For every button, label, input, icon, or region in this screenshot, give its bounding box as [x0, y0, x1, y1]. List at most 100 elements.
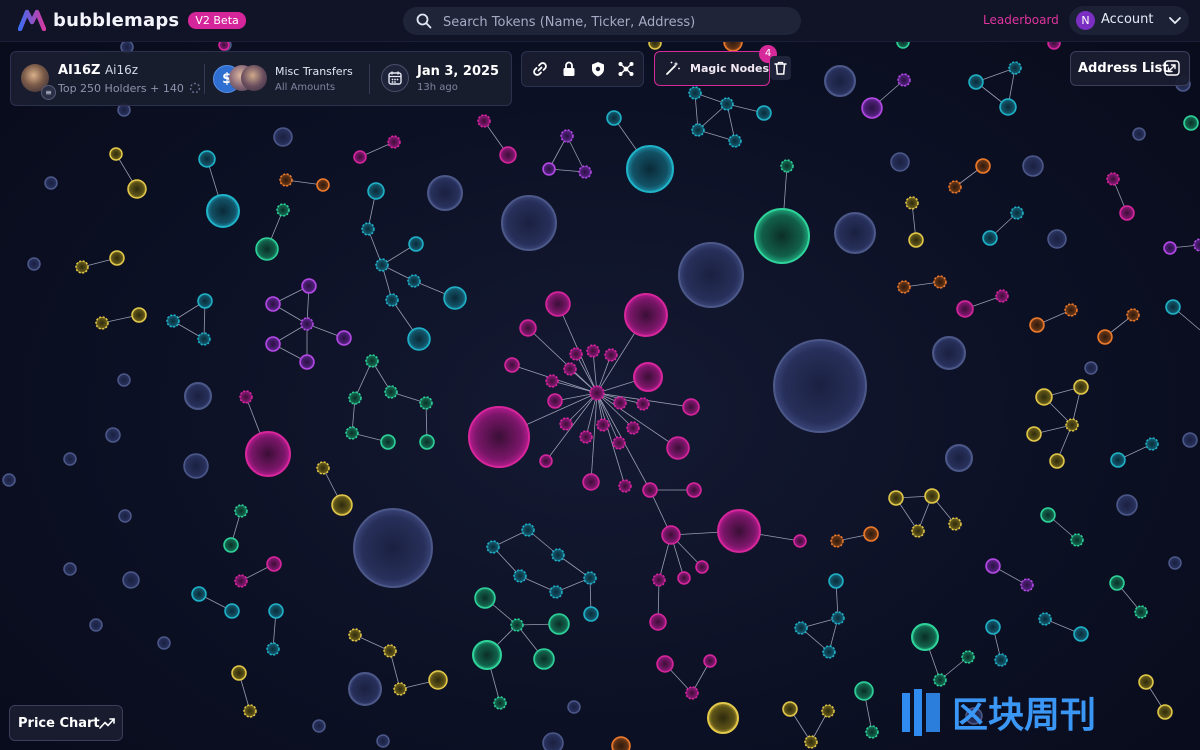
holder-bubble[interactable] [198, 150, 216, 168]
holder-bubble[interactable] [642, 482, 658, 498]
holder-bubble[interactable] [234, 504, 248, 518]
holder-bubble[interactable] [678, 242, 744, 308]
holder-bubble[interactable] [924, 488, 940, 504]
holder-bubble[interactable] [1038, 612, 1052, 626]
holder-bubble[interactable] [109, 147, 123, 161]
holder-bubble[interactable] [861, 97, 883, 119]
holder-bubble[interactable] [539, 454, 553, 468]
holder-bubble[interactable] [428, 670, 448, 690]
holder-bubble[interactable] [1065, 418, 1079, 432]
holder-bubble[interactable] [559, 417, 573, 431]
holder-bubble[interactable] [717, 509, 761, 553]
shield-icon[interactable] [589, 60, 607, 78]
holder-bubble[interactable] [677, 571, 691, 585]
holder-bubble[interactable] [589, 385, 605, 401]
holder-bubble[interactable] [968, 74, 984, 90]
holder-bubble[interactable] [618, 479, 632, 493]
holder-bubble[interactable] [166, 314, 180, 328]
account-button[interactable]: N Account [1069, 6, 1189, 35]
holder-bubble[interactable] [336, 330, 352, 346]
holder-bubble[interactable] [666, 436, 690, 460]
address-list-button[interactable]: Address List [1070, 51, 1190, 86]
holder-bubble[interactable] [407, 274, 421, 288]
holder-bubble[interactable] [1193, 238, 1200, 252]
holder-bubble[interactable] [945, 444, 973, 472]
holder-bubble[interactable] [613, 396, 627, 410]
holder-bubble[interactable] [1106, 172, 1120, 186]
holder-bubble[interactable] [301, 278, 317, 294]
holder-bubble[interactable] [578, 165, 592, 179]
holder-bubble[interactable] [316, 178, 330, 192]
holder-bubble[interactable] [407, 327, 431, 351]
holder-bubble[interactable] [427, 175, 463, 211]
holder-bubble[interactable] [533, 648, 555, 670]
holder-bubble[interactable] [1163, 241, 1177, 255]
holder-bubble[interactable] [255, 237, 279, 261]
holder-bubble[interactable] [365, 354, 379, 368]
holder-bubble[interactable] [1097, 329, 1113, 345]
holder-bubble[interactable] [1132, 127, 1146, 141]
holder-bubble[interactable] [948, 180, 962, 194]
holder-bubble[interactable] [63, 562, 77, 576]
holder-bubble[interactable] [513, 569, 527, 583]
holder-bubble[interactable] [245, 431, 291, 477]
holder-bubble[interactable] [754, 208, 810, 264]
holder-bubble[interactable] [239, 390, 253, 404]
holder-bubble[interactable] [1126, 308, 1140, 322]
holder-bubble[interactable] [1073, 626, 1089, 642]
holder-bubble[interactable] [265, 336, 281, 352]
holder-bubble[interactable] [549, 585, 563, 599]
holder-bubble[interactable] [95, 316, 109, 330]
holder-bubble[interactable] [353, 508, 433, 588]
holder-bubble[interactable] [1008, 61, 1022, 75]
holder-bubble[interactable] [626, 145, 674, 193]
holder-bubble[interactable] [545, 291, 571, 317]
holder-bubble[interactable] [105, 427, 121, 443]
holder-bubble[interactable] [542, 732, 564, 750]
cluster-icon[interactable] [617, 60, 635, 78]
holder-bubble[interactable] [649, 613, 667, 631]
holder-bubble[interactable] [486, 540, 500, 554]
lock-icon[interactable] [560, 60, 578, 78]
calendar-icon[interactable] [381, 64, 409, 92]
holder-bubble[interactable] [569, 347, 583, 361]
holder-bubble[interactable] [551, 548, 565, 562]
holder-bubble[interactable] [443, 286, 467, 310]
holder-bubble[interactable] [1064, 303, 1078, 317]
holder-bubble[interactable] [782, 701, 798, 717]
holder-bubble[interactable] [563, 362, 577, 376]
holder-bubble[interactable] [1109, 575, 1125, 591]
holder-bubble[interactable] [345, 426, 359, 440]
holder-bubble[interactable] [1119, 205, 1135, 221]
holder-bubble[interactable] [636, 397, 650, 411]
holder-bubble[interactable] [686, 482, 702, 498]
holder-bubble[interactable] [131, 307, 147, 323]
holder-bubble[interactable] [63, 452, 77, 466]
holder-bubble[interactable] [519, 319, 537, 337]
transfers-title[interactable]: Misc Transfers [275, 65, 353, 78]
holder-bubble[interactable] [312, 719, 326, 733]
holder-bubble[interactable] [567, 700, 581, 714]
holder-bubble[interactable] [956, 300, 974, 318]
holder-bubble[interactable] [821, 704, 835, 718]
holder-bubble[interactable] [652, 573, 666, 587]
holder-bubble[interactable] [197, 293, 213, 309]
holder-bubble[interactable] [493, 696, 507, 710]
holder-bubble[interactable] [384, 385, 398, 399]
holder-bubble[interactable] [197, 332, 211, 346]
holder-bubble[interactable] [932, 336, 966, 370]
holder-bubble[interactable] [184, 382, 212, 410]
holder-bubble[interactable] [661, 525, 681, 545]
holder-bubble[interactable] [1070, 533, 1084, 547]
holder-bubble[interactable] [1073, 379, 1089, 395]
holder-bubble[interactable] [300, 317, 314, 331]
holder-bubble[interactable] [117, 373, 131, 387]
holder-bubble[interactable] [1183, 115, 1199, 131]
holder-bubble[interactable] [831, 611, 845, 625]
holder-bubble[interactable] [863, 526, 879, 542]
link-icon[interactable] [531, 60, 549, 78]
holder-bubble[interactable] [387, 135, 401, 149]
holder-bubble[interactable] [985, 558, 1001, 574]
holder-bubble[interactable] [982, 230, 998, 246]
holder-bubble[interactable] [75, 260, 89, 274]
